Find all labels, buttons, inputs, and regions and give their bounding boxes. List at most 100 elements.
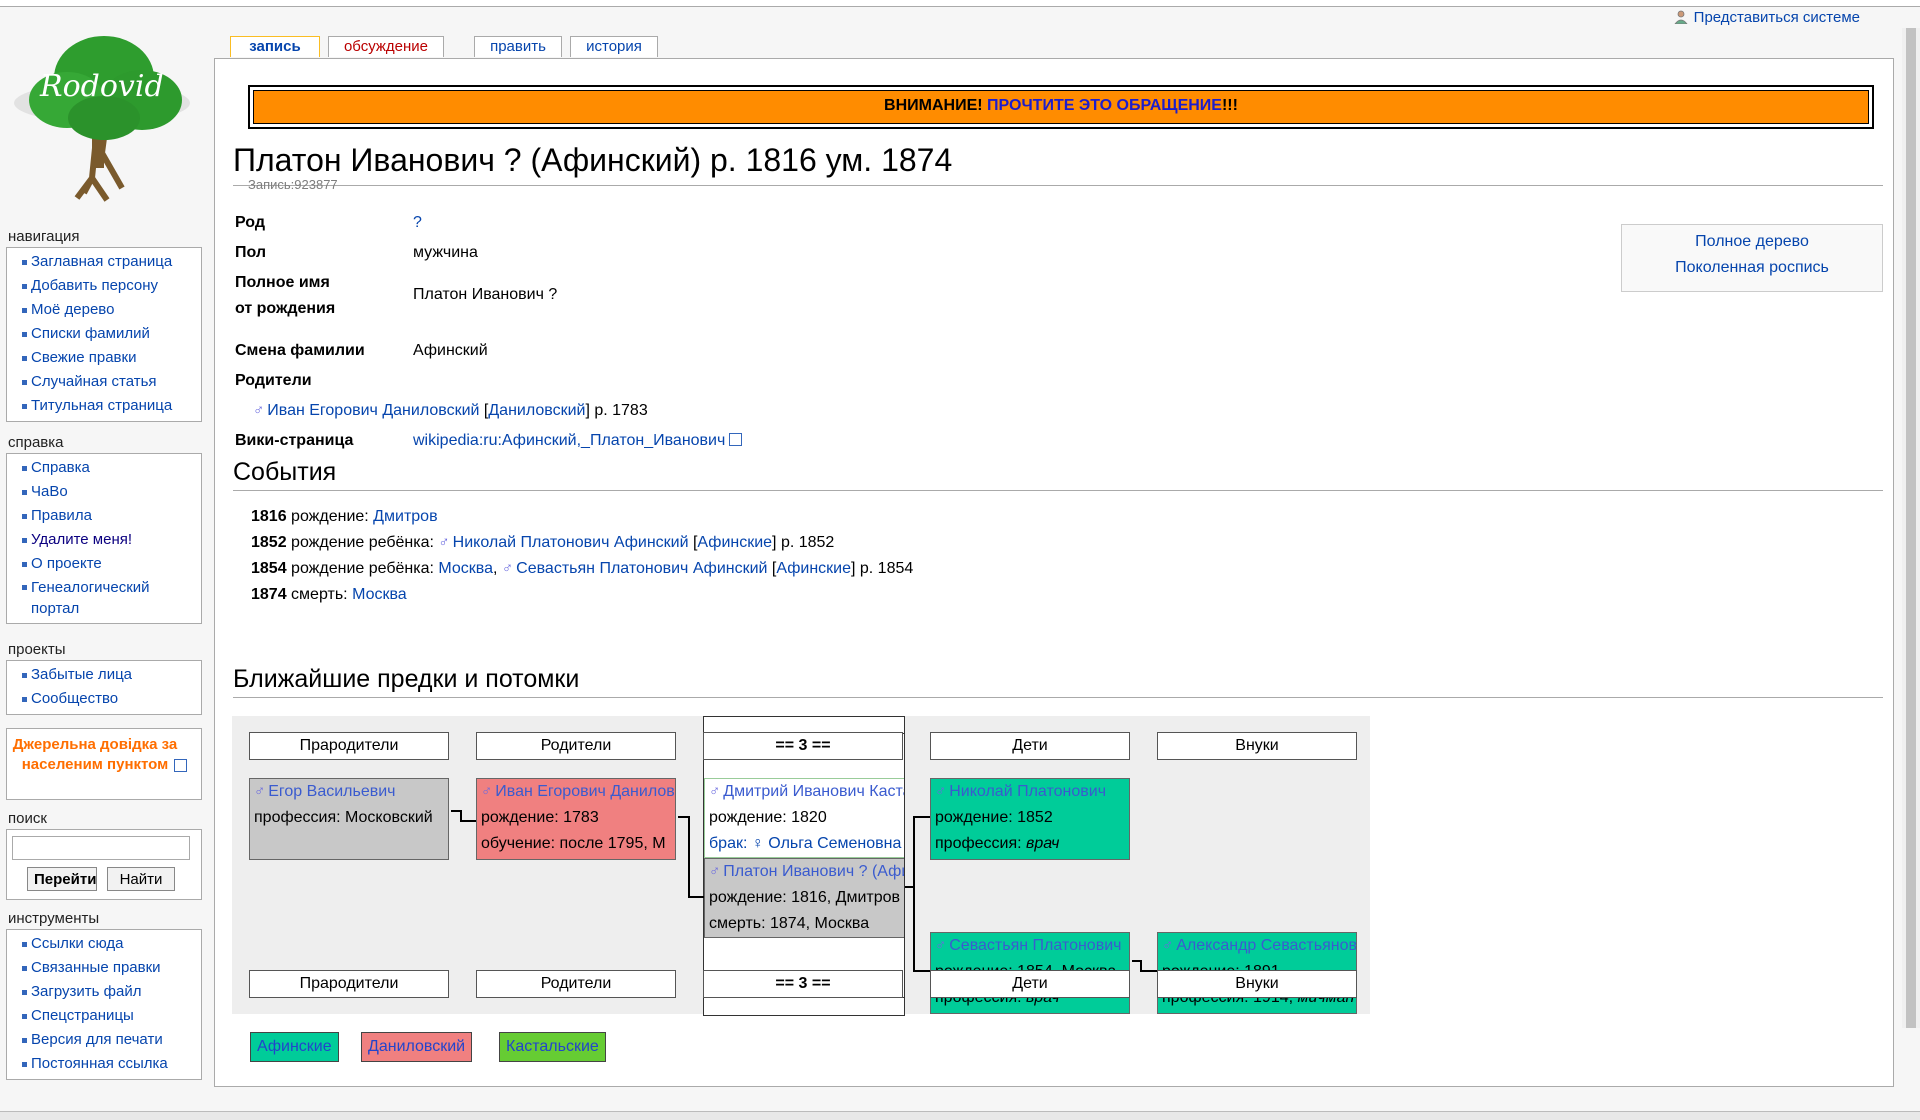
nav-item-random[interactable]: Случайная статья [11,370,197,394]
find-button[interactable]: Найти [107,867,175,891]
tools-item-label[interactable]: Связанные правки [31,959,161,976]
rod-label: Род [235,214,265,231]
nav-item-surnames[interactable]: Списки фамилий [11,322,197,346]
full-tree-link[interactable]: Полное дерево [1695,233,1809,250]
tools-item-special[interactable]: Спецстраницы [11,1004,197,1028]
male-icon: ♂ [935,937,947,954]
tools-item-related[interactable]: Связанные правки [11,956,197,980]
tab-discussion[interactable]: обсуждение [328,36,444,57]
tab-record[interactable]: запись [230,36,320,57]
wiki-link[interactable]: wikipedia:ru:Афинский,_Платон_Иванович [413,432,725,449]
go-button[interactable]: Перейти [27,867,97,891]
person-card-egor[interactable]: ♂ Егор Васильевич профессия: Московский [249,778,449,860]
nav-item-label[interactable]: Свежие правки [31,349,136,366]
tools-item-upload[interactable]: Загрузить файл [11,980,197,1004]
site-logo[interactable]: Rodovid [12,28,192,203]
help-item-rules[interactable]: Правила [11,504,197,528]
help-item-portal[interactable]: Генеалогический портал [11,576,171,620]
parent-family-link[interactable]: Даниловский [488,402,585,419]
help-item-label[interactable]: ЧаВо [31,483,68,500]
nav-item-title-page[interactable]: Титульная страница [11,394,197,418]
generation-list-link[interactable]: Поколенная роспись [1675,259,1829,276]
nav-item-label[interactable]: Моё дерево [31,301,114,318]
event-place-link[interactable]: Москва [438,560,493,577]
promo-link[interactable]: Джерельна довідка за населеним пунктом [11,735,179,775]
projects-item-label[interactable]: Сообщество [31,690,118,707]
help-item-label[interactable]: Справка [31,459,90,476]
person-name-link[interactable]: Егор Васильевич [268,783,395,800]
person-name-link[interactable]: Дмитрий Иванович Кастальский [723,783,904,800]
tools-item-print[interactable]: Версия для печати [11,1028,197,1052]
notice-link[interactable]: ПРОЧТИТЕ ЭТО ОБРАЩЕНИЕ [987,97,1222,114]
help-item-label[interactable]: Правила [31,507,92,524]
projects-item-forgotten[interactable]: Забытые лица [11,663,197,687]
projects-item-label[interactable]: Забытые лица [31,666,132,683]
help-item-label[interactable]: Удалите меня! [31,531,132,548]
nav-item-label[interactable]: Титульная страница [31,397,172,414]
person-name-link[interactable]: Платон Иванович ? (Афинский) [723,863,904,880]
event-row: 1852 рождение ребёнка: ♂ Николай Платонов… [251,534,835,551]
person-card-dmitry[interactable]: ♂Дмитрий Иванович Кастальский рождение: … [704,778,904,858]
events-list: 1816 рождение: Дмитров 1852 рождение реб… [251,504,913,608]
person-detail: профессия: Московский [254,809,433,826]
help-item-label[interactable]: О проекте [31,555,102,572]
event-place-link[interactable]: Москва [352,586,407,603]
event-person-link[interactable]: Николай Платонович Афинский [453,534,689,551]
parent-entry: ♂ Иван Егорович Даниловский [Даниловский]… [253,402,648,419]
event-person-link[interactable]: Севастьян Платонович Афинский [516,560,767,577]
nav-item-label[interactable]: Списки фамилий [31,325,150,342]
help-item-delete-me[interactable]: Удалите меня! [11,528,197,552]
event-year: 1852 [251,534,287,551]
person-name-link[interactable]: Александр Севастьянович [1176,937,1356,954]
nav-item-add-person[interactable]: Добавить персону [11,274,197,298]
male-icon: ♂ [253,402,265,419]
legend-kastalskie[interactable]: Кастальские [499,1032,606,1062]
person-card-nikolay[interactable]: ♂ Николай Платонович рождение: 1852 профе… [930,778,1130,860]
person-name-link[interactable]: Севастьян Платонович [949,937,1121,954]
help-item-about[interactable]: О проекте [11,552,197,576]
nav-item-my-tree[interactable]: Моё дерево [11,298,197,322]
tools-item-permalink[interactable]: Постоянная ссылка [11,1052,197,1076]
nav-item-label[interactable]: Добавить персону [31,277,158,294]
parent-link[interactable]: Иван Егорович Даниловский [267,402,479,419]
legend-danilovsky[interactable]: Даниловский [361,1032,473,1062]
connector [688,816,690,898]
nav-item-recent-changes[interactable]: Свежие правки [11,346,197,370]
footer-grandparents: Прародители [249,970,449,998]
person-card-ivan[interactable]: ♂Иван Егорович Даниловский рождение: 178… [476,778,676,860]
tools-item-label[interactable]: Версия для печати [31,1031,163,1048]
tools-item-label[interactable]: Спецстраницы [31,1007,134,1024]
wiki-label: Вики-страница [235,432,354,449]
event-family-link[interactable]: Афинские [697,534,772,551]
spouse-link[interactable]: брак: ♀ Ольга Семеновна [709,835,901,852]
nav-item-label[interactable]: Случайная статья [31,373,157,390]
nav-item-main-page[interactable]: Заглавная страница [11,250,197,274]
tab-edit[interactable]: править [474,36,562,57]
tools-item-label[interactable]: Постоянная ссылка [31,1055,168,1072]
person-card-platon[interactable]: ♂Платон Иванович ? (Афинский) рождение: … [704,858,904,938]
person-name-link[interactable]: Николай Платонович [949,783,1106,800]
person-name-link[interactable]: Иван Егорович Даниловский [495,783,675,800]
footer-generation-3: == 3 == [703,970,903,998]
nav-portlet: навигация Заглавная страница Добавить пе… [6,228,202,422]
nav-item-label[interactable]: Заглавная страница [31,253,172,270]
help-item-faq[interactable]: ЧаВо [11,480,197,504]
legend-afinskie[interactable]: Афинские [250,1032,339,1062]
tab-history[interactable]: история [570,36,658,57]
male-icon: ♂ [709,863,721,880]
search-input[interactable] [12,836,190,860]
help-item-label[interactable]: Генеалогический портал [31,579,150,617]
vertical-scrollbar[interactable] [1902,28,1920,1028]
tools-item-label[interactable]: Загрузить файл [31,983,141,1000]
projects-item-community[interactable]: Сообщество [11,687,197,711]
help-item-help[interactable]: Справка [11,456,197,480]
scrollbar-thumb[interactable] [1906,28,1916,1028]
login-link[interactable]: Представиться системе [1694,9,1860,26]
tools-item-links-here[interactable]: Ссылки сюда [11,932,197,956]
tools-item-label[interactable]: Ссылки сюда [31,935,124,952]
male-icon: ♂ [1162,937,1174,954]
external-link-icon [174,759,187,772]
event-family-link[interactable]: Афинские [776,560,851,577]
rod-link[interactable]: ? [413,214,422,232]
event-place-link[interactable]: Дмитров [373,508,437,525]
